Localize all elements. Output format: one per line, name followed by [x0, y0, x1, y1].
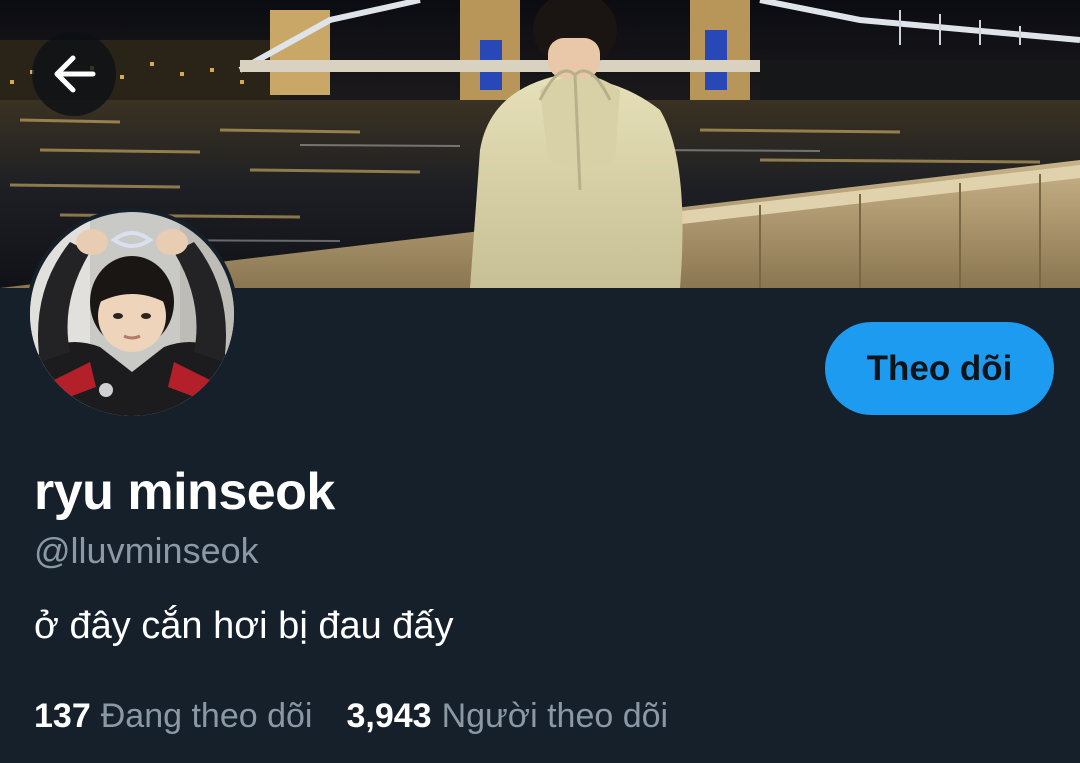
back-button[interactable] — [32, 32, 116, 116]
followers-label: Người theo dõi — [441, 697, 669, 735]
following-label: Đang theo dõi — [100, 697, 313, 735]
followers-stat[interactable]: 3,943 Người theo dõi — [346, 697, 668, 736]
username-handle: @lluvminseok — [34, 530, 259, 571]
avatar-photo — [30, 212, 234, 416]
following-count: 137 — [34, 697, 91, 735]
avatar[interactable] — [26, 208, 238, 420]
profile-screen: Theo dõi ryu minseok @lluvminseok ở đây … — [0, 0, 1080, 763]
followers-count: 3,943 — [346, 697, 432, 735]
display-name: ryu minseok — [34, 463, 335, 521]
following-stat[interactable]: 137 Đang theo dõi — [34, 697, 312, 736]
follow-button[interactable]: Theo dõi — [825, 322, 1054, 415]
arrow-left-icon — [54, 55, 96, 93]
profile-bio: ở đây cắn hơi bị đau đấy — [34, 605, 454, 647]
follow-stats: 137 Đang theo dõi 3,943 Người theo dõi — [34, 697, 668, 736]
